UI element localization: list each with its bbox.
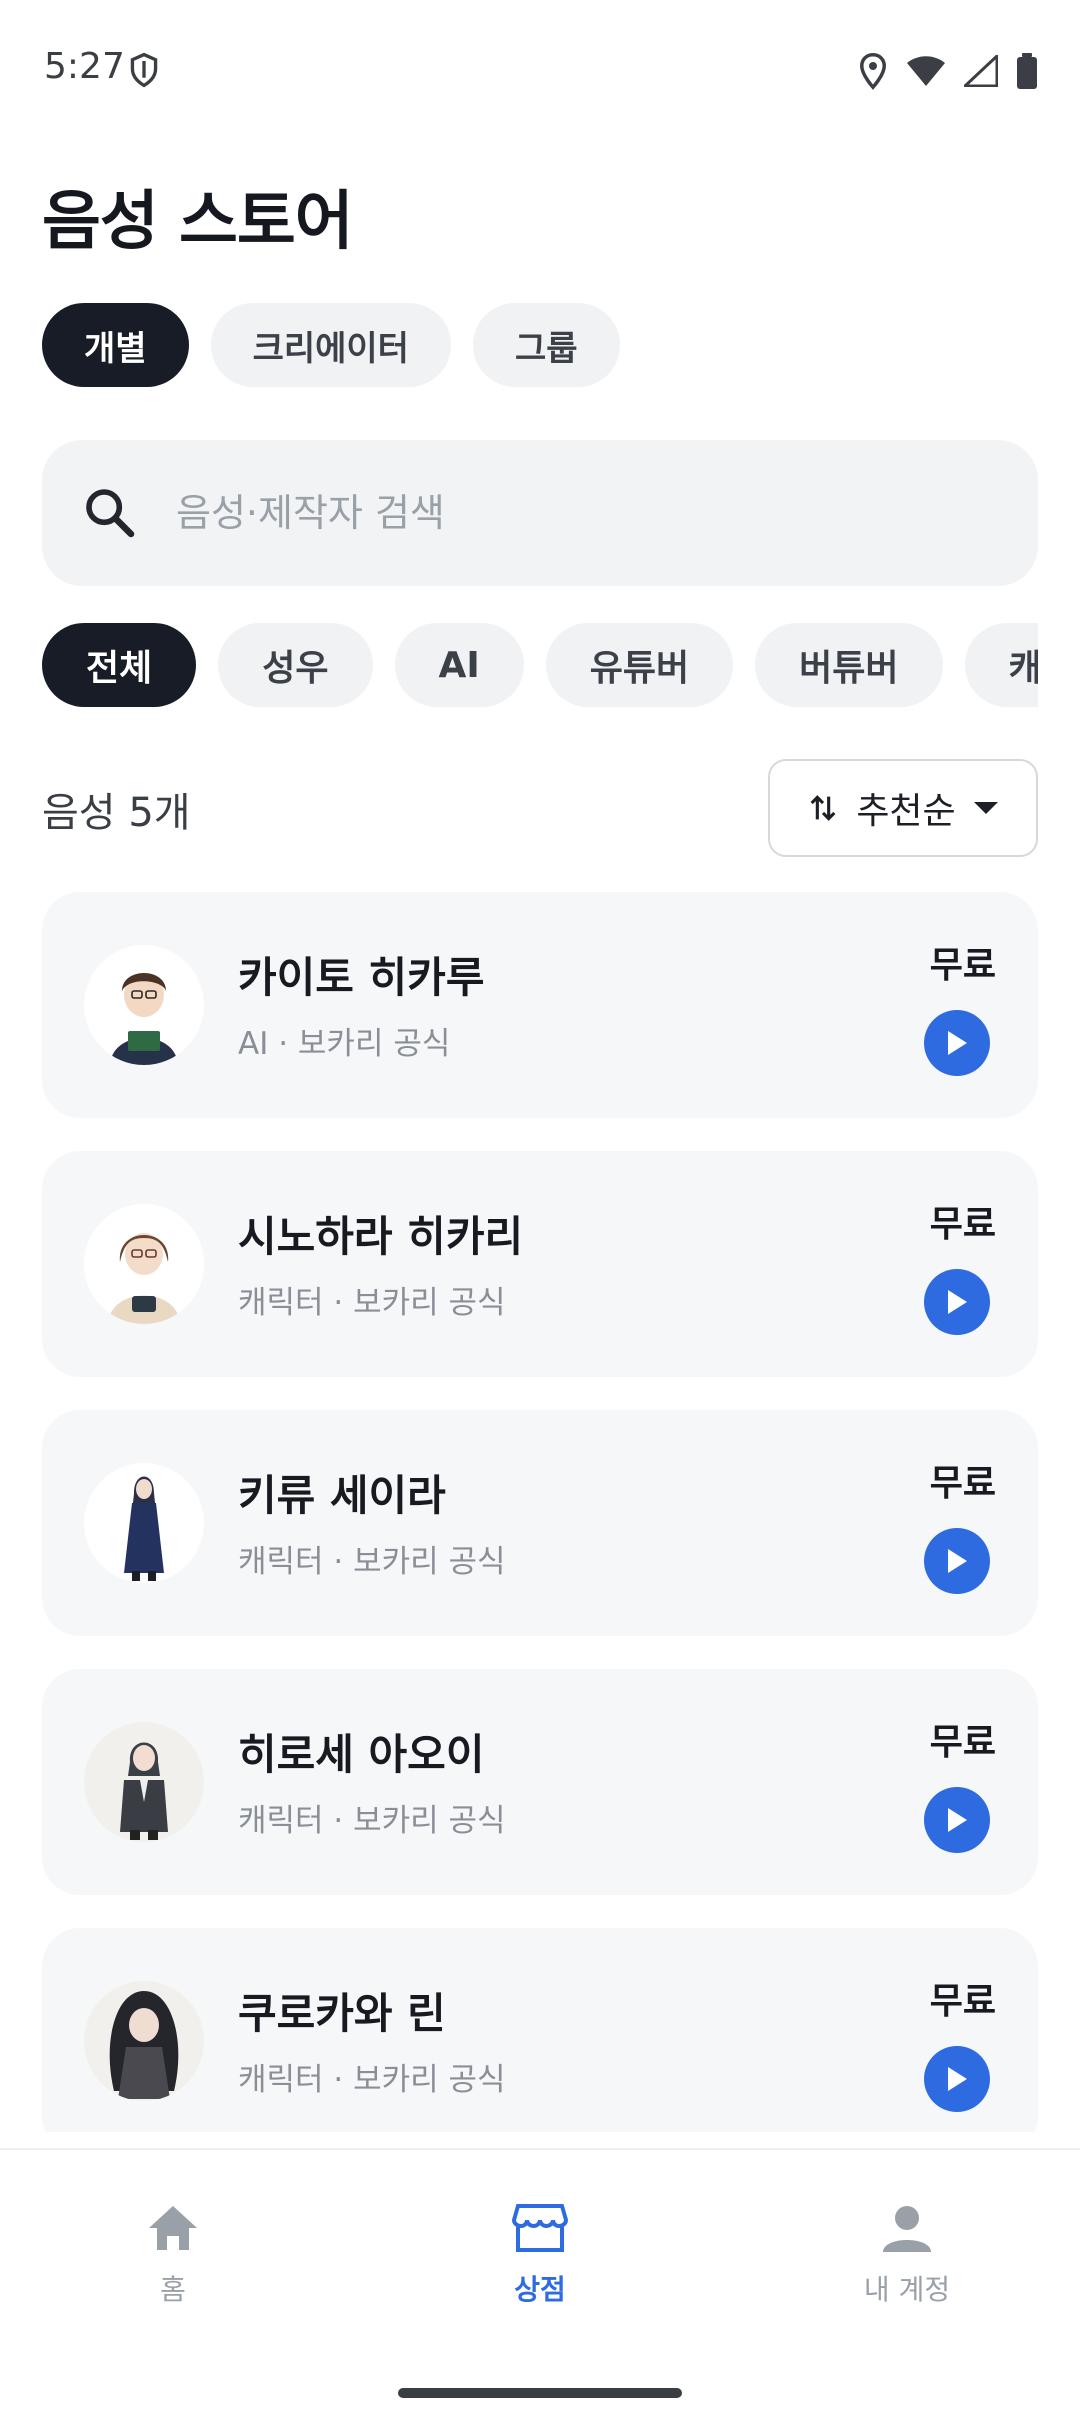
filter-chip-voice-actor[interactable]: 성우 [218, 623, 373, 707]
wifi-icon [907, 56, 945, 86]
sort-button[interactable]: 추천순 [768, 759, 1038, 857]
play-button[interactable] [924, 1010, 990, 1076]
home-indicator[interactable] [398, 2388, 682, 2398]
person-icon [883, 2206, 931, 2252]
search-icon [86, 489, 135, 538]
filter-chip-ai[interactable]: AI [394, 623, 524, 707]
voice-meta: 캐릭터 · 보카리 공식 [238, 1803, 506, 1839]
voice-avatar [84, 1204, 204, 1324]
nav-store[interactable]: 상점 [440, 2202, 640, 2308]
voice-card[interactable]: 시노하라 히카리 캐릭터 · 보카리 공식 무료 [42, 1151, 1038, 1377]
voice-name: 시노하라 히카리 [238, 1212, 524, 1261]
voice-meta: 캐릭터 · 보카리 공식 [238, 1285, 506, 1321]
voice-avatar [84, 1722, 204, 1842]
search-bar [42, 440, 1038, 586]
status-time: 5:27 [44, 46, 125, 87]
voice-name: 쿠로카와 린 [238, 1989, 446, 2038]
home-icon [149, 2206, 197, 2250]
sort-label: 추천순 [856, 791, 956, 832]
voice-price: 무료 [929, 1204, 996, 1245]
play-icon [948, 2067, 967, 2091]
play-button[interactable] [924, 1528, 990, 1594]
voice-list: 카이토 히카루 AI · 보카리 공식 무료 시노하라 히카리 캐릭터 · 보카… [42, 892, 1038, 2132]
voice-price: 무료 [929, 1722, 996, 1763]
avatar-illustration [120, 1742, 168, 1840]
nav-home-label: 홈 [160, 2273, 186, 2306]
page-title: 음성 스토어 [42, 185, 354, 259]
status-bar: 5:27 [0, 0, 1080, 140]
play-button[interactable] [924, 1269, 990, 1335]
nav-account-label: 내 계정 [863, 2273, 951, 2306]
play-icon [948, 1549, 967, 1573]
play-icon [948, 1808, 967, 1832]
voice-card[interactable]: 카이토 히카루 AI · 보카리 공식 무료 [42, 892, 1038, 1118]
voice-name: 키류 세이라 [238, 1471, 446, 1520]
play-button[interactable] [924, 2046, 990, 2112]
voice-price: 무료 [929, 945, 996, 986]
filter-chip-vtuber[interactable]: 버튜버 [755, 623, 943, 707]
voice-card[interactable]: 쿠로카와 린 캐릭터 · 보카리 공식 무료 [42, 1928, 1038, 2132]
tab-creator[interactable]: 크리에이터 [210, 303, 451, 387]
voice-card[interactable]: 키류 세이라 캐릭터 · 보카리 공식 무료 [42, 1410, 1038, 1636]
play-icon [948, 1031, 967, 1055]
voice-avatar [84, 1463, 204, 1583]
nav-home[interactable]: 홈 [73, 2202, 273, 2308]
voice-count: 음성 5개 [42, 790, 191, 836]
voice-name: 카이토 히카루 [238, 953, 485, 1002]
voice-meta: 캐릭터 · 보카리 공식 [238, 1544, 506, 1580]
caret-down-icon [973, 802, 998, 814]
play-button[interactable] [924, 1787, 990, 1853]
location-icon [859, 52, 887, 90]
search-input[interactable] [174, 490, 978, 536]
filter-chip-character[interactable]: 캐릭터 [964, 623, 1038, 707]
store-icon [512, 2204, 568, 2252]
tab-individual[interactable]: 개별 [42, 303, 189, 387]
shield-icon [130, 52, 158, 88]
voice-price: 무료 [929, 1463, 996, 1504]
voice-price: 무료 [929, 1981, 996, 2022]
battery-icon [1017, 53, 1037, 89]
category-filter-row: 전체 성우 AI 유튜버 버튜버 캐릭터 [42, 623, 1038, 709]
filter-chip-youtuber[interactable]: 유튜버 [545, 623, 734, 707]
voice-avatar [84, 945, 204, 1065]
bottom-nav: 홈 상점 내 계정 [0, 2148, 1080, 2426]
avatar-illustration [109, 1991, 179, 2099]
filter-chip-all[interactable]: 전체 [42, 623, 197, 707]
voice-meta: 캐릭터 · 보카리 공식 [238, 2062, 506, 2098]
nav-store-label: 상점 [514, 2273, 566, 2306]
voice-avatar [84, 1981, 204, 2101]
avatar-illustration [110, 973, 178, 1065]
nav-account[interactable]: 내 계정 [807, 2202, 1007, 2308]
segment-tabs: 개별 크리에이터 그룹 [42, 303, 620, 387]
sort-arrows-icon [810, 795, 836, 821]
voice-meta: AI · 보카리 공식 [238, 1026, 451, 1062]
voice-name: 히로세 아오이 [238, 1730, 485, 1779]
tab-group[interactable]: 그룹 [472, 303, 620, 387]
signal-icon [964, 55, 998, 87]
avatar-illustration [108, 1233, 180, 1324]
play-icon [948, 1290, 967, 1314]
avatar-illustration [124, 1476, 164, 1581]
voice-card[interactable]: 히로세 아오이 캐릭터 · 보카리 공식 무료 [42, 1669, 1038, 1895]
